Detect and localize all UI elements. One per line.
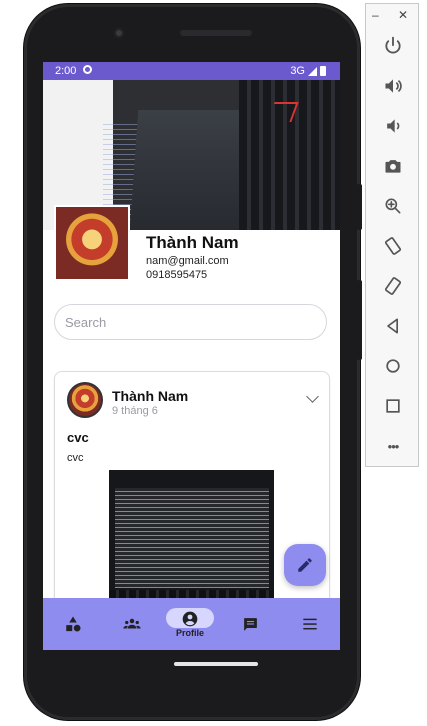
- post-title: cvc: [67, 430, 89, 445]
- app-screen: 2:00 3G Thành Nam nam@gmail.com 09185954…: [43, 62, 340, 650]
- pencil-icon: [298, 558, 312, 572]
- overview-button[interactable]: [378, 391, 408, 421]
- nav-item-home[interactable]: [48, 598, 98, 650]
- account-circle-icon: [182, 611, 198, 626]
- chat-icon: [243, 617, 257, 631]
- network-type: 3G: [290, 65, 305, 77]
- post-author-name: Thành Nam: [112, 388, 189, 404]
- back-icon: [387, 318, 398, 334]
- bottom-navigation: Profile: [43, 598, 340, 650]
- rotate-right-button[interactable]: [378, 271, 408, 301]
- close-button[interactable]: ✕: [398, 8, 408, 22]
- power-icon: [385, 36, 401, 54]
- nav-item-messages[interactable]: [225, 598, 275, 650]
- profile-phone: 0918595475: [146, 269, 208, 281]
- post-body: cvc: [67, 452, 84, 464]
- signal-icon: [308, 66, 317, 76]
- volume-down-button[interactable]: [378, 111, 408, 141]
- volume-up-icon: [385, 79, 402, 93]
- back-button[interactable]: [378, 311, 408, 341]
- status-time: 2:00: [55, 65, 77, 77]
- sync-icon: [83, 65, 92, 74]
- edit-fab-button[interactable]: [284, 544, 326, 586]
- search-input[interactable]: [54, 304, 327, 340]
- menu-icon: [303, 618, 317, 630]
- rotate-left-icon: [384, 237, 402, 255]
- profile-avatar[interactable]: [54, 205, 130, 281]
- shapes-icon: [66, 616, 81, 632]
- home-gesture-bar[interactable]: [174, 662, 258, 666]
- chevron-down-icon[interactable]: [306, 390, 319, 403]
- battery-icon: [320, 66, 326, 76]
- nav-item-menu[interactable]: [285, 598, 335, 650]
- volume-down-icon: [387, 119, 400, 133]
- zoom-icon: [385, 198, 401, 214]
- camera-icon: [385, 160, 401, 173]
- volume-side-button: [357, 280, 362, 360]
- group-icon: [123, 618, 141, 629]
- more-button[interactable]: •••: [378, 431, 408, 461]
- rotate-right-icon: [384, 277, 402, 295]
- earpiece-speaker: [180, 30, 252, 36]
- nav-label-profile: Profile: [175, 627, 204, 638]
- post-author-avatar[interactable]: [67, 382, 103, 418]
- post-card: Thành Nam 9 tháng 6 cvc cvc: [54, 371, 330, 633]
- screenshot-button[interactable]: [378, 151, 408, 181]
- front-camera: [114, 28, 124, 38]
- emulator-toolbar: – ✕ •••: [365, 3, 419, 467]
- home-button[interactable]: [378, 351, 408, 381]
- overview-icon: [386, 399, 400, 413]
- rotate-left-button[interactable]: [378, 231, 408, 261]
- home-icon: [386, 359, 400, 373]
- nav-item-friends[interactable]: [107, 598, 157, 650]
- power-button[interactable]: [378, 31, 408, 61]
- profile-email: nam@gmail.com: [146, 255, 229, 267]
- zoom-button[interactable]: [378, 191, 408, 221]
- profile-name: Thành Nam: [146, 233, 239, 252]
- status-bar: 2:00 3G: [43, 62, 340, 80]
- power-side-button: [357, 184, 362, 230]
- volume-up-button[interactable]: [378, 71, 408, 101]
- minimize-button[interactable]: –: [372, 8, 379, 22]
- post-timestamp: 9 tháng 6: [112, 405, 158, 417]
- nav-item-profile[interactable]: Profile: [165, 598, 215, 650]
